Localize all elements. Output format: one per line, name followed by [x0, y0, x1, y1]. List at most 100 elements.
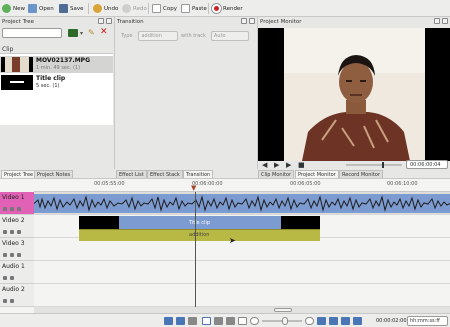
autoscroll-icon[interactable] [353, 317, 362, 325]
audio-waveform [33, 195, 450, 212]
mute-icon[interactable] [10, 207, 14, 211]
mute-icon[interactable] [10, 230, 14, 234]
razor-tool-icon[interactable] [214, 317, 223, 325]
save-button[interactable]: Save [59, 2, 84, 15]
undo-button[interactable]: Undo [93, 2, 118, 15]
tab-clip-monitor[interactable]: Clip Monitor [258, 170, 295, 178]
close-icon[interactable] [106, 18, 112, 24]
tab-record-monitor[interactable]: Record Monitor [339, 170, 383, 178]
audio-thumbnails-icon[interactable] [329, 317, 338, 325]
copy-button[interactable]: Copy [152, 2, 177, 15]
track-lane-audio-2[interactable] [34, 284, 450, 307]
list-item[interactable]: MOV02137.MPG 1 min. 49 sec. (1) [0, 56, 113, 73]
hide-icon[interactable] [17, 207, 21, 211]
stop-icon[interactable]: ■ [298, 161, 305, 169]
video-thumbnails-icon[interactable] [317, 317, 326, 325]
project-tree-panel: Project Tree ▾ ✎ ✕ Clip MOV02137.MPG 1 m… [0, 17, 113, 169]
delete-clip-icon[interactable]: ✕ [100, 27, 108, 37]
transition-title: Transition [117, 18, 255, 26]
rewind-icon[interactable]: ◀ [262, 161, 267, 169]
show-markers-icon[interactable] [341, 317, 350, 325]
track-header-video-3[interactable]: Video 3 [0, 238, 34, 261]
lock-icon[interactable] [3, 299, 7, 303]
new-button[interactable]: New [2, 2, 25, 15]
close-icon[interactable] [442, 18, 448, 24]
tab-project-notes[interactable]: Project Notes [34, 170, 74, 178]
monitor-seek-bar[interactable] [346, 162, 402, 168]
with-track-select[interactable]: Auto [210, 31, 249, 41]
video-clip[interactable] [33, 194, 450, 213]
tab-effect-stack[interactable]: Effect Stack [147, 170, 183, 178]
timecode-format-select[interactable]: hh:mm:ss:ff [407, 316, 448, 326]
video-frame-image [284, 28, 425, 161]
mute-icon[interactable] [10, 299, 14, 303]
track-header-video-1[interactable]: Video 1 [0, 192, 34, 215]
timeline-position: 00:00:02:00 [376, 318, 407, 324]
scrollbar-thumb[interactable] [274, 308, 292, 312]
lock-icon[interactable] [3, 207, 7, 211]
split-audio-icon[interactable] [164, 317, 173, 325]
playhead-line[interactable] [195, 192, 196, 307]
render-icon [212, 4, 221, 13]
render-button[interactable]: Render [212, 2, 243, 15]
zoom-in-icon[interactable] [305, 317, 314, 325]
project-tree-toolbar: ▾ ✎ ✕ [2, 27, 112, 38]
chevron-down-icon[interactable]: ▾ [80, 30, 83, 37]
clip-column-header: Clip [2, 46, 14, 53]
playhead-marker[interactable]: ▼ [191, 184, 196, 192]
tab-project-monitor[interactable]: Project Monitor [295, 170, 339, 178]
zone-icon[interactable] [188, 317, 197, 325]
float-icon[interactable] [241, 18, 247, 24]
mute-icon[interactable] [10, 276, 14, 280]
video-preview[interactable] [258, 28, 450, 161]
tab-transition[interactable]: Transition [183, 170, 214, 178]
track-lane-video-3[interactable]: addition ➤ [34, 229, 450, 261]
redo-button[interactable]: Redo [122, 2, 147, 15]
transition-type-select[interactable]: addition [138, 31, 179, 41]
float-icon[interactable] [434, 18, 440, 24]
tab-effect-list[interactable]: Effect List [116, 170, 147, 178]
track-header-audio-1[interactable]: Audio 1 [0, 261, 34, 284]
forward-icon[interactable]: ▶ [286, 161, 291, 169]
mute-icon[interactable] [10, 253, 14, 257]
track-header-audio-2[interactable]: Audio 2 [0, 284, 34, 307]
transition-item[interactable]: addition [79, 229, 320, 241]
hide-icon[interactable] [17, 253, 21, 257]
toolbar-separator [88, 3, 89, 14]
main-toolbar: New Open Save Undo Redo Copy Paste Rende… [0, 0, 450, 17]
track-lane-video-1[interactable] [33, 192, 450, 215]
fit-zoom-icon[interactable] [238, 317, 247, 325]
lock-icon[interactable] [3, 276, 7, 280]
list-item[interactable]: Title clip 5 sec. (1) [0, 74, 113, 91]
hide-icon[interactable] [17, 230, 21, 234]
snap-icon[interactable] [176, 317, 185, 325]
float-icon[interactable] [98, 18, 104, 24]
lock-icon[interactable] [3, 230, 7, 234]
close-icon[interactable] [249, 18, 255, 24]
dock-controls [434, 18, 448, 24]
edit-clip-icon[interactable]: ✎ [88, 28, 95, 37]
ruler-label: 00:05:55:00 [94, 181, 125, 187]
copy-icon [152, 4, 161, 13]
timeline-ruler[interactable]: 00:05:55:00 00:06:00:00 00:06:05:00 00:0… [34, 179, 450, 192]
lock-icon[interactable] [3, 253, 7, 257]
playhead-marker[interactable] [382, 162, 384, 168]
timecode-field[interactable]: 00:06:00:04 [406, 160, 448, 169]
track-header-video-2[interactable]: Video 2 [0, 215, 34, 238]
zoom-slider[interactable] [262, 317, 302, 325]
zoom-slider-handle[interactable] [282, 317, 288, 325]
add-clip-icon[interactable] [68, 29, 78, 37]
play-icon[interactable]: ▶ [274, 161, 279, 169]
search-input[interactable] [2, 28, 62, 38]
selection-tool-icon[interactable] [202, 317, 211, 325]
tab-project-tree[interactable]: Project Tree [1, 170, 37, 178]
paste-button[interactable]: Paste [181, 2, 207, 15]
transition-panel: Transition Type addition with track Auto [114, 17, 256, 169]
ruler-label: 00:06:00:00 [192, 181, 223, 187]
undo-icon [93, 4, 102, 13]
spacer-tool-icon[interactable] [226, 317, 235, 325]
zoom-out-icon[interactable] [250, 317, 259, 325]
open-button[interactable]: Open [28, 2, 54, 15]
ruler-label: 00:06:10:00 [387, 181, 418, 187]
track-lane-audio-1[interactable] [34, 261, 450, 284]
